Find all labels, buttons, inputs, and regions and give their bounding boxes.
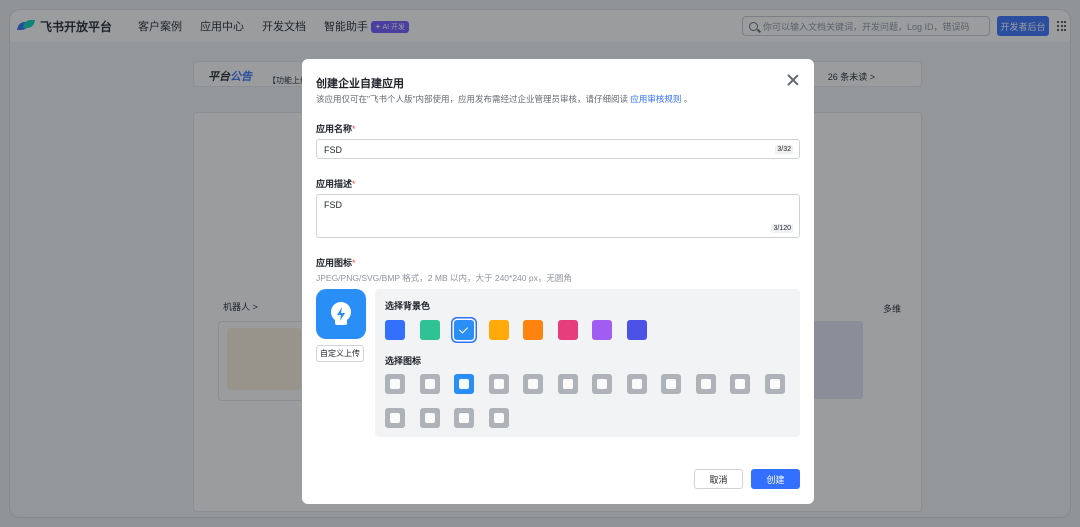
- custom-upload-button[interactable]: 自定义上传: [316, 345, 364, 362]
- icon-glyph: [390, 413, 400, 423]
- checklist-icon[interactable]: [592, 374, 612, 394]
- tag-icon[interactable]: [695, 374, 716, 394]
- icon-glyph: [666, 379, 676, 389]
- icon-glyph: [528, 379, 538, 389]
- icon-glyph: [390, 379, 400, 389]
- icon-glyph: [424, 379, 435, 389]
- app-desc-label: 应用描述*: [316, 177, 356, 190]
- app-desc-count: 3/120: [771, 224, 793, 233]
- bg-color-swatch[interactable]: [523, 320, 543, 340]
- bg-color-label: 选择背景色: [385, 301, 431, 311]
- cancel-button[interactable]: 取消: [694, 469, 743, 489]
- required-mark: *: [352, 258, 356, 268]
- robot-icon[interactable]: [419, 374, 440, 394]
- required-mark: *: [352, 124, 356, 134]
- icon-format-hint: JPEG/PNG/SVG/BMP 格式，2 MB 以内，大于 240*240 p…: [316, 273, 572, 283]
- document-icon[interactable]: [764, 374, 785, 394]
- icon-select-label: 选择图标: [385, 356, 422, 366]
- dialog-title: 创建企业自建应用: [316, 78, 404, 90]
- icon-glyph: [493, 379, 504, 389]
- create-button[interactable]: 创建: [751, 469, 800, 489]
- layout-icon[interactable]: [419, 408, 440, 428]
- moon-icon[interactable]: [626, 374, 647, 394]
- icon-glyph: [597, 379, 607, 389]
- app-desc-value: FSD: [324, 200, 342, 210]
- lightbulb-icon: [331, 302, 351, 325]
- icon-glyph: [493, 413, 504, 423]
- app-icon-preview: [316, 289, 366, 339]
- chart-icon[interactable]: [488, 374, 509, 394]
- app-name-count: 3/32: [775, 145, 793, 154]
- bg-color-swatch[interactable]: [592, 320, 612, 340]
- icon-glyph: [459, 379, 469, 389]
- icon-glyph: [562, 379, 573, 389]
- required-mark: *: [352, 179, 356, 189]
- bg-color-swatch[interactable]: [488, 320, 509, 340]
- app-icon-label: 应用图标*: [316, 256, 356, 269]
- wrench-icon[interactable]: [730, 374, 750, 394]
- briefcase-icon[interactable]: [523, 374, 543, 394]
- create-app-dialog: 创建企业自建应用 该应用仅可在"飞书个人版"内部使用，应用发布需经过企业管理员审…: [302, 59, 814, 504]
- icon-picker: 选择背景色 选择图标: [375, 289, 800, 437]
- app-name-value: FSD: [324, 145, 342, 155]
- dialog-description: 该应用仅可在"飞书个人版"内部使用，应用发布需经过企业管理员审核，请仔细阅读 应…: [316, 93, 692, 105]
- app-name-label: 应用名称*: [316, 122, 356, 135]
- dialog-desc-text: 该应用仅可在"飞书个人版"内部使用，应用发布需经过企业管理员审核，请仔细阅读: [316, 94, 629, 104]
- cube-icon[interactable]: [385, 374, 405, 394]
- star-icon[interactable]: [661, 374, 681, 394]
- lightbulb-icon[interactable]: [454, 374, 474, 394]
- bg-color-swatch[interactable]: [454, 320, 474, 340]
- people-icon[interactable]: [454, 408, 474, 428]
- app-icon-label-text: 应用图标: [316, 258, 353, 268]
- app-name-label-text: 应用名称: [316, 124, 353, 134]
- app-desc-textarea[interactable]: FSD 3/120: [316, 194, 800, 238]
- close-icon[interactable]: [786, 73, 800, 87]
- icon-glyph: [631, 379, 642, 389]
- dialog-desc-tail: 。: [683, 94, 693, 104]
- review-rules-link[interactable]: 应用审核规则: [630, 94, 681, 104]
- icon-glyph: [735, 379, 745, 389]
- bg-color-swatch[interactable]: [419, 320, 440, 340]
- bg-color-swatch[interactable]: [626, 320, 647, 340]
- bg-color-swatch[interactable]: [557, 320, 578, 340]
- code-icon[interactable]: [488, 408, 509, 428]
- icon-glyph: [424, 413, 435, 423]
- bell-icon[interactable]: [557, 374, 578, 394]
- app-name-input[interactable]: FSD 3/32: [316, 139, 800, 159]
- shield-check-icon[interactable]: [385, 408, 405, 428]
- app-desc-label-text: 应用描述: [316, 179, 353, 189]
- icon-glyph: [769, 379, 780, 389]
- bg-color-swatch[interactable]: [385, 320, 405, 340]
- icon-glyph: [459, 413, 469, 423]
- icon-glyph: [700, 379, 711, 389]
